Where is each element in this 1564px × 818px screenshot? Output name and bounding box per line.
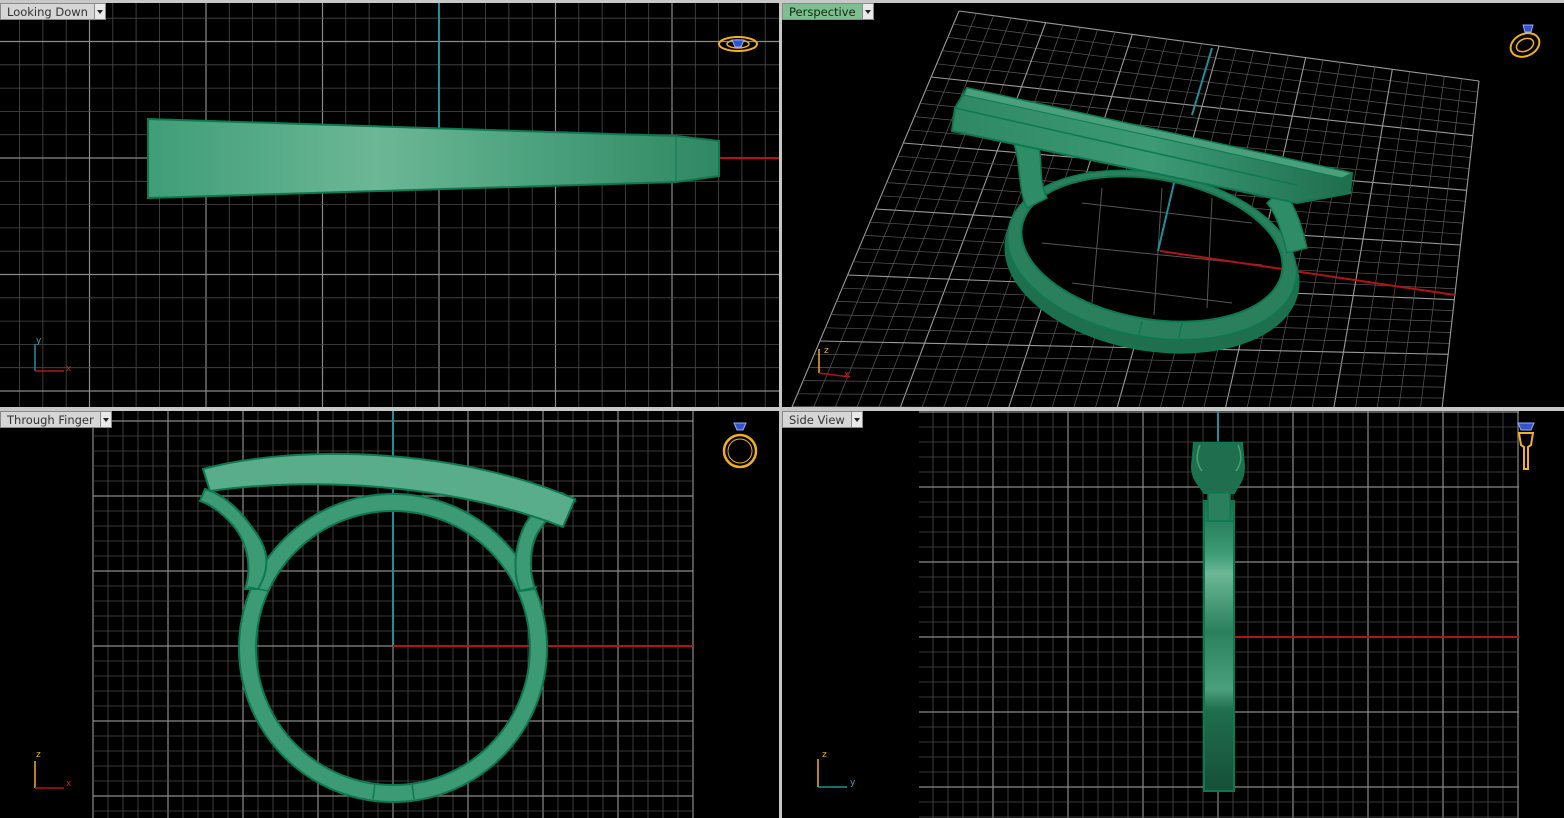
axis-v-label: z	[36, 750, 41, 760]
grid-line	[1311, 66, 1376, 407]
viewport-side-view[interactable]: Side View z y	[782, 411, 1564, 818]
viewport-tab-perspective[interactable]: Perspective	[782, 3, 874, 20]
ring-view-icon[interactable]	[717, 31, 759, 55]
ring-view-icon[interactable]	[1514, 421, 1538, 475]
viewport-tab-through-finger[interactable]: Through Finger	[0, 411, 112, 428]
chevron-down-icon[interactable]	[862, 3, 874, 20]
viewport-label: Looking Down	[0, 3, 95, 20]
perspective-scene[interactable]	[782, 3, 1564, 407]
axis-h-label: y	[850, 778, 856, 788]
ring-front-view[interactable]	[198, 452, 578, 803]
ring-perspective[interactable]	[950, 86, 1354, 374]
chevron-down-icon[interactable]	[94, 3, 106, 20]
viewport-perspective[interactable]: Perspective z x	[782, 3, 1564, 407]
axis-v-label: z	[824, 346, 829, 356]
looking-down-scene[interactable]	[0, 3, 779, 407]
grid	[0, 3, 779, 407]
viewport-tab-side-view[interactable]: Side View	[782, 411, 863, 428]
viewport-tab-looking-down[interactable]: Looking Down	[0, 3, 106, 20]
axis-h-label: x	[844, 370, 850, 380]
chevron-down-icon[interactable]	[100, 411, 112, 428]
viewport-looking-down[interactable]: Looking Down y x	[0, 3, 779, 407]
ring-view-icon[interactable]	[719, 421, 761, 473]
ring-view-icon[interactable]	[1506, 19, 1546, 61]
ring-side-view[interactable]	[1190, 442, 1246, 792]
grid-line	[803, 380, 1445, 388]
axis-indicator	[818, 349, 851, 378]
chevron-down-icon[interactable]	[851, 411, 863, 428]
axis-v-label: z	[822, 750, 827, 760]
axis-h-label: x	[66, 779, 72, 789]
grid-line	[814, 353, 1447, 366]
axis-indicator	[817, 759, 847, 788]
axis-v-label: y	[36, 336, 42, 346]
viewport-label: Through Finger	[0, 411, 101, 428]
through-finger-scene[interactable]	[0, 411, 779, 818]
viewport-through-finger[interactable]: Through Finger z x	[0, 411, 779, 818]
viewport-label: Side View	[782, 411, 852, 428]
side-view-scene[interactable]	[782, 411, 1564, 818]
ring-top-view[interactable]	[147, 117, 720, 200]
grid-line	[808, 367, 1446, 377]
axis-h-label: x	[66, 364, 72, 374]
viewport-label: Perspective	[782, 3, 863, 20]
